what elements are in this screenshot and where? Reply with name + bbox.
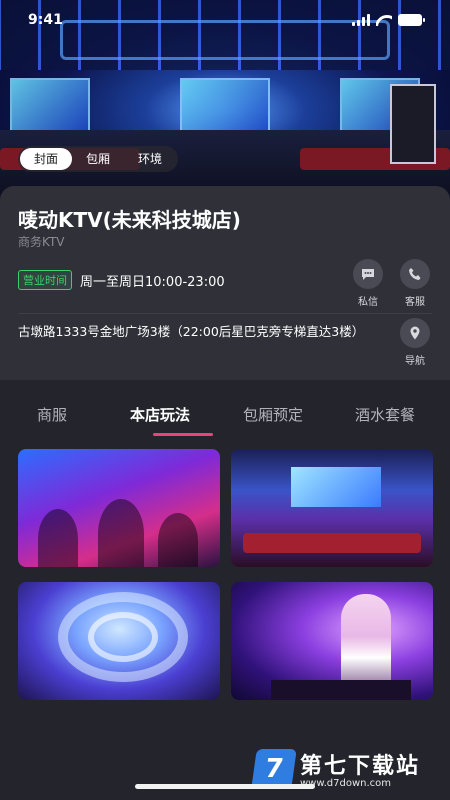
wifi-icon	[376, 15, 392, 26]
silhouette	[98, 499, 144, 567]
tab-drink-packages[interactable]: 酒水套餐	[355, 404, 415, 425]
watermark-logo: 7	[251, 748, 297, 789]
hours-badge: 营业时间	[18, 270, 72, 290]
navigate-button[interactable]: 导航	[397, 318, 433, 367]
chat-bubble-icon	[353, 259, 383, 289]
message-label: 私信	[358, 297, 378, 308]
navigate-label: 导航	[405, 356, 425, 367]
customer-service-button[interactable]: 客服	[397, 259, 433, 308]
hero-screen-left	[10, 78, 90, 133]
signal-icon	[352, 14, 370, 26]
hero-door	[390, 84, 436, 164]
status-bar: 9:41	[0, 0, 450, 40]
section-tabs: 商服 本店玩法 包厢预定 酒水套餐	[0, 380, 450, 450]
tab-room-booking[interactable]: 包厢预定	[243, 404, 303, 425]
silhouette	[158, 513, 198, 567]
hero-screen-center	[180, 78, 270, 133]
futuristic-lounge-photo[interactable]	[18, 582, 220, 700]
party-crowd-photo[interactable]	[18, 449, 220, 567]
private-room-photo[interactable]	[231, 449, 433, 567]
media-tab-cover[interactable]: 封面	[20, 148, 73, 170]
media-tab-environment[interactable]: 环境	[124, 148, 176, 170]
hours-row: 营业时间 周一至周日10:00-23:00	[18, 270, 225, 290]
media-tabs: 封面 包厢 环境	[18, 146, 179, 172]
watermark-text: 第七下载站 www.d7down.com	[300, 748, 420, 789]
active-tab-indicator	[153, 433, 213, 436]
home-indicator[interactable]	[135, 784, 315, 789]
shop-address[interactable]: 古墩路1333号金地广场3楼（22:00后星巴克旁专梯直达3楼）	[18, 322, 364, 342]
silhouette	[38, 509, 78, 567]
tab-store-play[interactable]: 本店玩法	[130, 404, 190, 425]
map-pin-icon	[400, 318, 430, 348]
battery-icon	[398, 14, 425, 26]
divider	[18, 313, 432, 314]
room-screen	[291, 467, 381, 507]
watermark: 7 第七下载站 www.d7down.com	[251, 748, 420, 789]
hours-text: 周一至周日10:00-23:00	[80, 274, 225, 290]
status-icons	[352, 14, 425, 26]
service-label: 客服	[405, 297, 425, 308]
lounge-ring-inner	[88, 612, 158, 662]
status-time: 9:41	[28, 12, 63, 28]
watermark-url: www.d7down.com	[300, 778, 392, 789]
shop-type: 商务KTV	[18, 235, 65, 249]
tab-services[interactable]: 商服	[37, 404, 67, 425]
media-tab-rooms[interactable]: 包厢	[72, 148, 124, 170]
phone-icon	[400, 259, 430, 289]
shop-info-card: 唛动KTV(未来科技城店) 商务KTV 营业时间 周一至周日10:00-23:0…	[0, 186, 450, 380]
shop-name: 唛动KTV(未来科技城店)	[18, 208, 241, 232]
dj-deck	[271, 680, 411, 700]
message-button[interactable]: 私信	[350, 259, 386, 308]
room-sofa	[243, 533, 421, 553]
watermark-title: 第七下载站	[300, 754, 421, 779]
dj-performer-photo[interactable]	[231, 582, 433, 700]
